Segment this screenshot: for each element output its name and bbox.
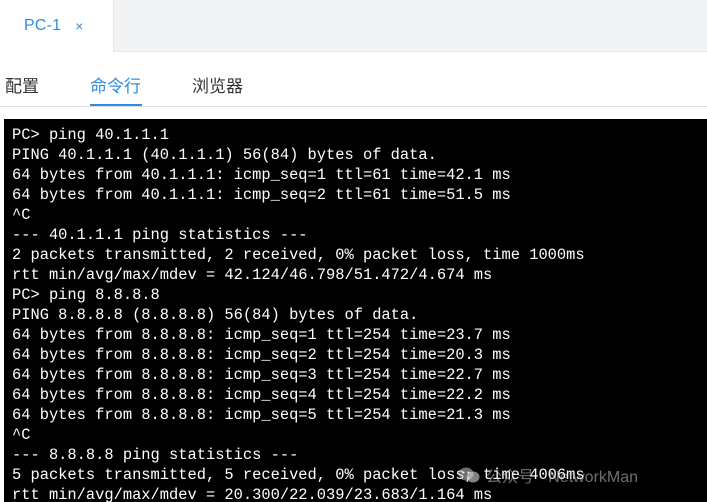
session-tab-bar: PC-1 ×	[0, 0, 707, 52]
terminal-line: 5 packets transmitted, 5 received, 0% pa…	[12, 466, 585, 484]
terminal-line: PC> ping 40.1.1.1	[12, 126, 170, 144]
terminal-line: 64 bytes from 40.1.1.1: icmp_seq=2 ttl=6…	[12, 186, 511, 204]
terminal-line: ^C	[12, 206, 31, 224]
terminal-line: 64 bytes from 8.8.8.8: icmp_seq=2 ttl=25…	[12, 346, 511, 364]
tab-command-line[interactable]: 命令行	[90, 72, 141, 97]
terminal-line: --- 8.8.8.8 ping statistics ---	[12, 446, 299, 464]
terminal-line: PC> ping 8.8.8.8	[12, 286, 160, 304]
session-tab-pc1[interactable]: PC-1 ×	[0, 0, 114, 52]
terminal-line: --- 40.1.1.1 ping statistics ---	[12, 226, 308, 244]
network-simulator-window: PC-1 × 配置 命令行 浏览器 PC> ping 40.1.1.1 PING …	[0, 0, 707, 502]
terminal-line: rtt min/avg/max/mdev = 42.124/46.798/51.…	[12, 266, 493, 284]
active-tab-indicator	[90, 104, 142, 106]
view-tabs: 配置 命令行 浏览器	[0, 52, 707, 107]
terminal-line: rtt min/avg/max/mdev = 20.300/22.039/23.…	[12, 486, 493, 502]
terminal-line: 64 bytes from 8.8.8.8: icmp_seq=3 ttl=25…	[12, 366, 511, 384]
terminal-line: PING 8.8.8.8 (8.8.8.8) 56(84) bytes of d…	[12, 306, 419, 324]
terminal-output[interactable]: PC> ping 40.1.1.1 PING 40.1.1.1 (40.1.1.1…	[4, 119, 707, 502]
tab-browser[interactable]: 浏览器	[192, 72, 243, 97]
terminal-line: ^C	[12, 426, 31, 444]
terminal-line: 64 bytes from 8.8.8.8: icmp_seq=1 ttl=25…	[12, 326, 511, 344]
terminal-line: 64 bytes from 40.1.1.1: icmp_seq=1 ttl=6…	[12, 166, 511, 184]
session-tab-label: PC-1	[24, 17, 62, 34]
tab-config[interactable]: 配置	[5, 72, 39, 97]
terminal-line: 64 bytes from 8.8.8.8: icmp_seq=5 ttl=25…	[12, 406, 511, 424]
terminal-line: 64 bytes from 8.8.8.8: icmp_seq=4 ttl=25…	[12, 386, 511, 404]
terminal-line: PING 40.1.1.1 (40.1.1.1) 56(84) bytes of…	[12, 146, 437, 164]
terminal-line: 2 packets transmitted, 2 received, 0% pa…	[12, 246, 585, 264]
close-icon[interactable]: ×	[75, 19, 83, 33]
